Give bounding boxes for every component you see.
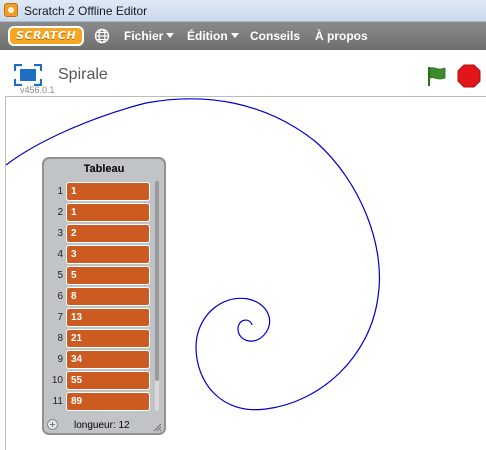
list-item-index: 8 — [57, 333, 63, 344]
list-item-value[interactable]: 1 — [66, 203, 150, 222]
list-item-index: 4 — [57, 249, 63, 260]
list-item-index: 10 — [51, 375, 63, 386]
list-item: 1 1 — [44, 181, 164, 202]
list-item-index: 11 — [52, 396, 63, 407]
list-item-value[interactable]: 34 — [66, 350, 150, 369]
menu-edition-label: Édition — [187, 29, 228, 43]
green-flag-icon[interactable] — [425, 65, 447, 87]
list-item: 5 5 — [44, 265, 164, 286]
list-item-index: 3 — [57, 228, 63, 239]
stop-icon[interactable] — [457, 64, 481, 88]
list-item-value[interactable]: 89 — [66, 392, 150, 411]
list-item-value[interactable]: 5 — [66, 266, 150, 285]
menu-a-propos[interactable]: À propos — [315, 29, 368, 43]
globe-icon[interactable] — [94, 28, 110, 44]
list-item-index: 6 — [57, 291, 63, 302]
list-item-value[interactable]: 55 — [66, 371, 150, 390]
list-item: 8 21 — [44, 328, 164, 349]
list-item-index: 2 — [57, 207, 63, 218]
list-item: 4 3 — [44, 244, 164, 265]
list-item: 11 89 — [44, 391, 164, 412]
list-item-value[interactable]: 2 — [66, 224, 150, 243]
list-title: Tableau — [83, 163, 125, 175]
menu-a-propos-label: À propos — [315, 29, 368, 43]
scratch-cat-icon — [4, 3, 18, 17]
menu-edition[interactable]: Édition — [187, 29, 239, 43]
list-item: 3 2 — [44, 223, 164, 244]
window-title-bar: Scratch 2 Offline Editor — [0, 0, 486, 22]
stage[interactable]: Tableau 1 1 2 1 3 2 4 3 5 5 6 8 7 13 8 2… — [5, 96, 486, 450]
list-item: 10 55 — [44, 370, 164, 391]
list-item-value[interactable]: 13 — [66, 308, 150, 327]
menu-conseils-label: Conseils — [250, 29, 301, 43]
stage-header: Spirale v456.0.1 — [0, 50, 486, 96]
list-monitor[interactable]: Tableau 1 1 2 1 3 2 4 3 5 5 6 8 7 13 8 2… — [42, 157, 166, 435]
list-length: longueur: 12 — [74, 420, 130, 431]
window-title: Scratch 2 Offline Editor — [24, 4, 148, 18]
list-item-value[interactable]: 21 — [66, 329, 150, 348]
list-item-value[interactable]: 1 — [66, 182, 150, 201]
list-scrollbar[interactable] — [154, 181, 160, 411]
list-item-index: 1 — [57, 186, 63, 197]
list-item-index: 7 — [57, 312, 63, 323]
project-title[interactable]: Spirale — [58, 66, 108, 84]
list-item: 2 1 — [44, 202, 164, 223]
list-item: 9 34 — [44, 349, 164, 370]
list-item-value[interactable]: 8 — [66, 287, 150, 306]
menu-conseils[interactable]: Conseils — [250, 29, 300, 43]
chevron-down-icon — [166, 33, 175, 38]
list-item-index: 9 — [57, 354, 63, 365]
list-item-value[interactable]: 3 — [66, 245, 150, 264]
list-item: 7 13 — [44, 307, 164, 328]
menu-fichier-label: Fichier — [124, 29, 164, 43]
version-label: v456.0.1 — [20, 85, 55, 95]
fullscreen-icon[interactable] — [14, 64, 42, 86]
menu-bar: SCRATCH Fichier Édition Conseils À propo… — [0, 22, 486, 50]
add-item-icon[interactable] — [47, 419, 58, 430]
list-item-index: 5 — [57, 270, 63, 281]
scratch-logo[interactable]: SCRATCH — [8, 26, 85, 46]
menu-fichier[interactable]: Fichier — [124, 29, 175, 43]
chevron-down-icon — [230, 33, 239, 38]
list-rows: 1 1 2 1 3 2 4 3 5 5 6 8 7 13 8 21 9 34 1… — [44, 181, 164, 412]
list-item: 6 8 — [44, 286, 164, 307]
resize-handle-icon[interactable] — [152, 422, 162, 432]
